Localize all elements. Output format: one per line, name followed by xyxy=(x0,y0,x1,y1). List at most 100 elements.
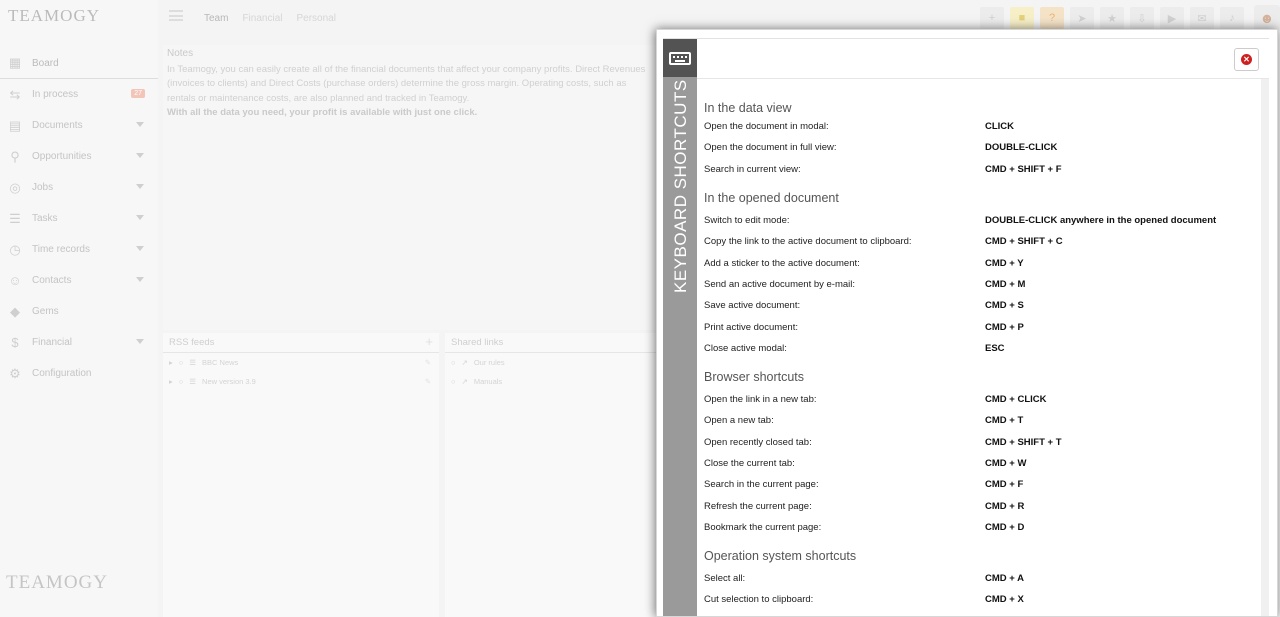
rss-item-label: New version 3.9 xyxy=(202,377,256,386)
chevron-down-icon[interactable] xyxy=(136,184,144,189)
chat-icon[interactable]: ✉ xyxy=(1190,7,1214,29)
sidebar-item-label: Jobs xyxy=(32,182,54,193)
shortcut-key: ESC xyxy=(985,342,1005,354)
sidebar-nav: ▦ Board ⇆ In process 27 ▤ Documents ⚲ Opportunit… xyxy=(0,48,158,389)
close-modal-button[interactable]: ✕ xyxy=(1234,48,1259,71)
shortcut-label: Refresh the current page: xyxy=(704,500,812,512)
rss-item[interactable]: ▸ ○ ☰ BBC News ✎ xyxy=(163,353,439,372)
app-logo[interactable]: TEAMOGY xyxy=(8,6,100,26)
sidebar-item-label: Tasks xyxy=(32,213,58,224)
expand-icon[interactable]: ▸ xyxy=(169,377,173,386)
shortcut-key: CMD + CLICK xyxy=(985,394,1047,406)
shortcut-row: Send an active document by e-mail: CMD + … xyxy=(704,274,1269,295)
shortcut-label: Select all: xyxy=(704,573,746,585)
shortcut-row: Search in current view: CMD + SHIFT + F xyxy=(704,159,1269,180)
shortcut-label: Add a sticker to the active document: xyxy=(704,257,860,269)
board-tabs: Team Financial Personal xyxy=(204,13,336,24)
shortcut-label: Open the document in full view: xyxy=(704,142,837,154)
shortcut-key: DOUBLE-CLICK anywhere in the opened docu… xyxy=(985,215,1217,227)
gear-icon: ⚙ xyxy=(9,365,21,381)
expand-icon[interactable]: ▸ xyxy=(169,358,173,367)
sidebar-item-board[interactable]: ▦ Board xyxy=(0,48,158,79)
menu-toggle-icon[interactable] xyxy=(169,10,183,21)
shared-link-item[interactable]: ○ ↗ Our rules xyxy=(445,353,657,372)
sidebar-item-configuration[interactable]: ⚙ Configuration xyxy=(0,358,158,389)
shortcut-key: CMD + D xyxy=(985,521,1025,533)
chevron-down-icon[interactable] xyxy=(136,246,144,251)
keyboard-icon xyxy=(669,51,691,65)
edit-icon[interactable]: ✎ xyxy=(425,377,431,386)
sidebar-item-time-records[interactable]: ◷ Time records xyxy=(0,234,158,265)
inbox-icon[interactable]: ⇩ xyxy=(1130,7,1154,29)
shared-link-label: Our rules xyxy=(473,358,505,367)
shortcut-row: Cut selection to clipboard: CMD + X xyxy=(704,589,1269,610)
user-avatar[interactable]: ☻ xyxy=(1254,5,1280,31)
sidebar-item-label: Configuration xyxy=(32,368,92,379)
sidebar-item-documents[interactable]: ▤ Documents xyxy=(0,110,158,141)
sidebar-item-label: Board xyxy=(32,57,59,69)
shared-links-panel: Shared links ○ ↗ Our rules ○ ↗ Manuals xyxy=(445,333,657,617)
sidebar-item-financial[interactable]: $ Financial xyxy=(0,327,158,358)
video-icon[interactable]: ▶ xyxy=(1160,7,1184,29)
shortcut-row: Refresh the current page: CMD + R xyxy=(704,495,1269,516)
add-feed-icon[interactable]: + xyxy=(425,334,433,349)
board-icon: ▦ xyxy=(8,55,22,70)
sidebar-item-in-process[interactable]: ⇆ In process 27 xyxy=(0,79,158,110)
star-icon[interactable]: ★ xyxy=(1100,7,1124,29)
notes-text: In Teamogy, you can easily create all of… xyxy=(167,63,646,119)
shortcut-label: Bookmark the current page: xyxy=(704,521,822,533)
chevron-down-icon[interactable] xyxy=(136,215,144,220)
modal-header: ✕ xyxy=(697,39,1269,79)
keyboard-icon-box xyxy=(663,39,697,77)
sidebar-item-opportunities[interactable]: ⚲ Opportunities xyxy=(0,141,158,172)
notes-widget: Notes In Teamogy, you can easily create … xyxy=(163,45,658,330)
chevron-down-icon[interactable] xyxy=(136,277,144,282)
sidebar-item-label: In process xyxy=(32,89,79,100)
edit-icon[interactable]: ✎ xyxy=(425,358,431,367)
rss-icon: ☰ xyxy=(189,377,197,386)
close-icon: ✕ xyxy=(1241,54,1252,65)
shortcut-row: Close active modal: ESC xyxy=(704,338,1269,359)
shortcut-row: Switch to edit mode: DOUBLE-CLICK anywher… xyxy=(704,210,1269,231)
sidebar-item-tasks[interactable]: ☰ Tasks xyxy=(0,203,158,234)
rss-list: ▸ ○ ☰ BBC News ✎ ▸ ○ ☰ New version 3.9 ✎ xyxy=(163,353,439,391)
sidebar-item-jobs[interactable]: ◎ Jobs xyxy=(0,172,158,203)
sticker-icon[interactable]: ■ xyxy=(1010,7,1034,29)
tab-financial[interactable]: Financial xyxy=(242,13,282,24)
shortcut-label: Copy the link to the active document to … xyxy=(704,236,912,248)
shortcut-key: CMD + SHIFT + F xyxy=(985,163,1062,175)
tab-team[interactable]: Team xyxy=(204,13,228,24)
shortcut-row: Open the link in a new tab: CMD + CLICK xyxy=(704,389,1269,410)
shortcut-key: CMD + P xyxy=(985,321,1024,333)
shortcut-row: Select all: CMD + A xyxy=(704,568,1269,589)
sidebar-item-contacts[interactable]: ☺ Contacts xyxy=(0,265,158,296)
shortcut-label: Open a new tab: xyxy=(704,415,774,427)
shortcut-row: Add a sticker to the active document: CMD… xyxy=(704,252,1269,273)
chevron-down-icon[interactable] xyxy=(136,339,144,344)
shortcut-key: CMD + Y xyxy=(985,257,1024,269)
process-icon: ⇆ xyxy=(9,86,21,102)
tab-personal[interactable]: Personal xyxy=(296,13,335,24)
bell-icon[interactable]: ♪ xyxy=(1220,7,1244,29)
send-icon[interactable]: ➤ xyxy=(1070,7,1094,29)
section-title: Browser shortcuts xyxy=(704,369,805,384)
sidebar-item-gems[interactable]: ◆ Gems xyxy=(0,296,158,327)
help-icon[interactable]: ? xyxy=(1040,7,1064,29)
sidebar-item-label: Time records xyxy=(32,244,90,255)
external-link-icon: ↗ xyxy=(461,377,468,386)
rss-item[interactable]: ▸ ○ ☰ New version 3.9 ✎ xyxy=(163,372,439,391)
shortcut-label: Close the current tab: xyxy=(704,458,795,469)
rss-icon: ☰ xyxy=(189,358,197,367)
shared-link-item[interactable]: ○ ↗ Manuals xyxy=(445,372,657,391)
add-icon[interactable]: + xyxy=(980,7,1004,29)
shortcut-label: Switch to edit mode: xyxy=(704,215,790,227)
shortcut-label: Search in the current page: xyxy=(704,479,819,491)
chevron-down-icon[interactable] xyxy=(136,122,144,127)
rss-feeds-panel: RSS feeds + ▸ ○ ☰ BBC News ✎ ▸ ○ ☰ New version 3… xyxy=(163,333,439,617)
shortcut-row: Print active document: CMD + P xyxy=(704,316,1269,337)
shortcut-key: CMD + SHIFT + C xyxy=(985,236,1063,248)
modal-scrollbar[interactable] xyxy=(1261,79,1269,616)
shortcut-row: Open a new tab: CMD + T xyxy=(704,410,1269,431)
chevron-down-icon[interactable] xyxy=(136,153,144,158)
section-title: Operation system shortcuts xyxy=(704,549,857,564)
